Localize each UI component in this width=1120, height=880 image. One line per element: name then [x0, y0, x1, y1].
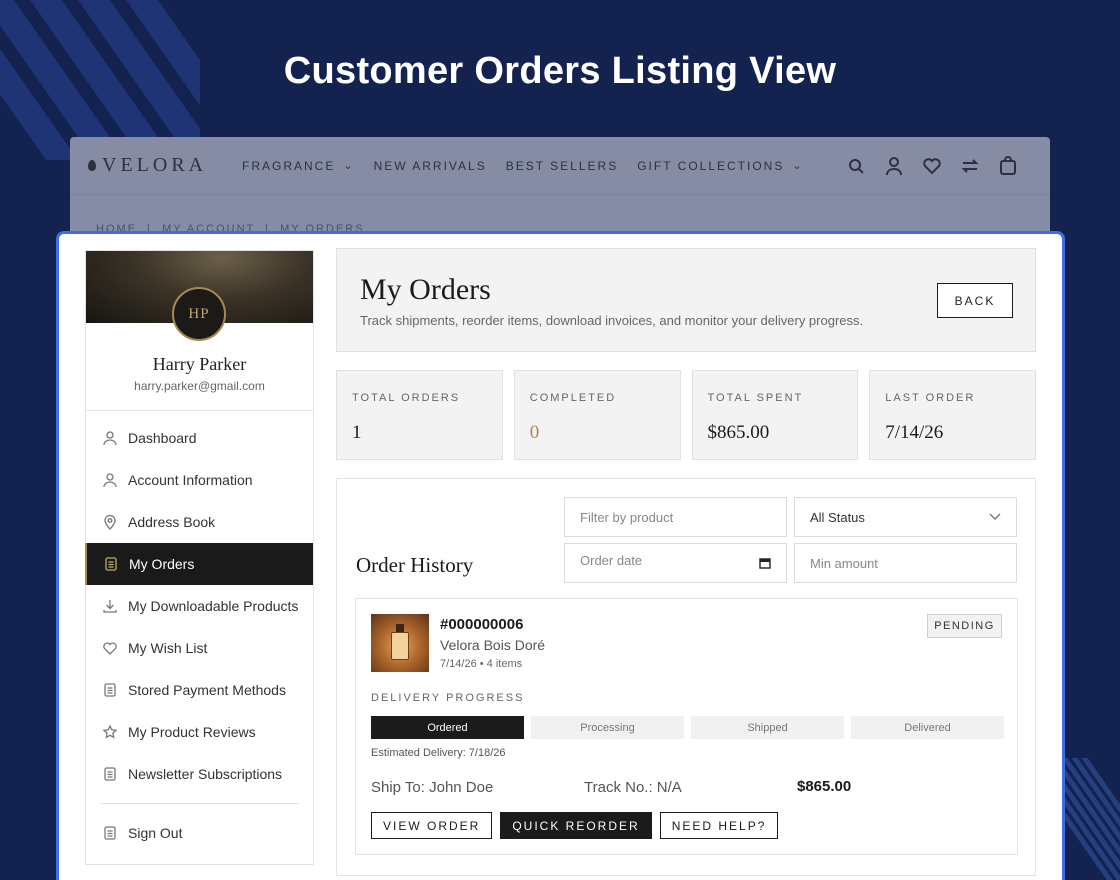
user-email: harry.parker@gmail.com — [134, 379, 265, 393]
order-date-input[interactable]: Order date — [564, 543, 787, 583]
page-title: My Orders — [360, 273, 491, 306]
user-name: Harry Parker — [152, 354, 247, 374]
account-sidebar: HP Harry Parker harry.parker@gmail.com D… — [85, 250, 314, 865]
stat-total-orders: TOTAL ORDERS 1 — [336, 370, 503, 460]
status-badge: PENDING — [927, 614, 1002, 638]
sidebar-item-product-reviews[interactable]: My Product Reviews — [86, 711, 313, 753]
stats-row: TOTAL ORDERS 1 COMPLETED 0 TOTAL SPENT $… — [336, 370, 1036, 460]
product-name: Velora Bois Doré — [440, 637, 546, 653]
stat-completed: COMPLETED 0 — [513, 370, 681, 460]
cart-icon[interactable] — [998, 155, 1018, 176]
download-icon — [103, 600, 117, 613]
orders-panel: HP Harry Parker harry.parker@gmail.com D… — [56, 231, 1065, 880]
sidebar-item-downloadable-products[interactable]: My Downloadable Products — [86, 585, 313, 627]
breadcrumb: HOME | MY ACCOUNT | MY ORDERS — [96, 223, 365, 235]
order-actions: VIEW ORDER QUICK REORDER NEED HELP? — [371, 812, 779, 839]
sidebar-item-newsletter[interactable]: Newsletter Subscriptions — [86, 753, 313, 795]
sidebar-item-payment-methods[interactable]: Stored Payment Methods — [86, 669, 313, 711]
orders-content: My Orders Track shipments, reorder items… — [336, 248, 1036, 876]
account-menu: Dashboard Account Information Address Bo… — [85, 411, 313, 795]
sidebar-item-account-information[interactable]: Account Information — [86, 459, 313, 501]
status-select[interactable]: All Status — [794, 497, 1017, 537]
document-icon — [104, 826, 116, 840]
order-number: #000000006 — [440, 616, 524, 633]
delivery-progress-label: DELIVERY PROGRESS — [371, 692, 525, 704]
velora-logo[interactable]: VELORA — [88, 154, 242, 177]
step-delivered: Delivered — [851, 716, 1004, 739]
calendar-icon[interactable] — [759, 557, 771, 569]
delivery-progress: Ordered Processing Shipped Delivered — [371, 716, 1004, 739]
sidebar-item-dashboard[interactable]: Dashboard — [86, 417, 313, 459]
order-card: #000000006 Velora Bois Doré 7/14/26 • 4 … — [355, 598, 1018, 855]
estimated-delivery: Estimated Delivery: 7/18/26 — [371, 747, 506, 759]
document-icon — [104, 767, 116, 781]
step-ordered: Ordered — [371, 716, 524, 739]
order-meta: 7/14/26 • 4 items — [440, 658, 523, 670]
tracking-number: Track No.: N/A — [584, 779, 682, 796]
filter-product-input[interactable]: Filter by product — [564, 497, 787, 537]
drop-icon — [88, 160, 96, 171]
sidebar-item-my-orders[interactable]: My Orders — [85, 543, 313, 585]
heart-icon[interactable] — [922, 156, 942, 176]
search-icon[interactable] — [846, 156, 866, 176]
location-icon — [104, 514, 116, 530]
slide-headline: Customer Orders Listing View — [283, 50, 837, 92]
sidebar-item-address-book[interactable]: Address Book — [86, 501, 313, 543]
nav-new-arrivals[interactable]: NEW ARRIVALS — [374, 159, 487, 173]
stat-total-spent: TOTAL SPENT $865.00 — [691, 370, 859, 460]
view-order-button[interactable]: VIEW ORDER — [371, 812, 493, 839]
sidebar-item-wish-list[interactable]: My Wish List — [86, 627, 313, 669]
user-icon — [103, 431, 117, 446]
nav-fragrance[interactable]: FRAGRANCE ⌄ — [242, 159, 355, 173]
user-icon[interactable] — [884, 156, 904, 176]
order-history: Order History Filter by product All Stat… — [336, 478, 1036, 876]
page-subtitle: Track shipments, reorder items, download… — [360, 313, 864, 328]
sidebar-item-sign-out[interactable]: Sign Out — [86, 812, 313, 854]
quick-reorder-button[interactable]: QUICK REORDER — [500, 812, 652, 839]
nav-gift-collections[interactable]: GIFT COLLECTIONS ⌄ — [637, 159, 803, 173]
nav-best-sellers[interactable]: BEST SELLERS — [506, 159, 619, 173]
chevron-down-icon: ⌄ — [792, 160, 804, 172]
need-help-button[interactable]: NEED HELP? — [659, 812, 779, 839]
compare-icon[interactable] — [960, 156, 980, 176]
stat-last-order: LAST ORDER 7/14/26 — [869, 370, 1036, 460]
order-total: $865.00 — [797, 778, 852, 795]
document-icon — [104, 683, 116, 697]
chevron-down-icon: ⌄ — [343, 160, 355, 172]
back-button[interactable]: BACK — [937, 283, 1013, 318]
step-shipped: Shipped — [691, 716, 844, 739]
document-icon — [105, 557, 117, 571]
profile-banner: HP — [86, 251, 313, 341]
header-icons — [846, 155, 1018, 176]
chevron-down-icon — [989, 513, 1001, 520]
step-processing: Processing — [531, 716, 684, 739]
min-amount-input[interactable]: Min amount — [794, 543, 1017, 583]
divider — [100, 803, 299, 804]
star-icon — [102, 724, 118, 739]
avatar: HP — [172, 287, 226, 341]
heart-icon — [103, 642, 117, 655]
signout-menu: Sign Out — [86, 812, 313, 854]
ship-to: Ship To: John Doe — [371, 779, 494, 796]
decor-stripes-bottom-right — [1060, 758, 1120, 880]
order-history-title: Order History — [356, 553, 474, 577]
main-nav: FRAGRANCE ⌄ NEW ARRIVALS BEST SELLERS GIF… — [242, 159, 804, 173]
product-thumbnail[interactable] — [371, 614, 429, 672]
user-icon — [103, 473, 117, 488]
page-header: My Orders Track shipments, reorder items… — [336, 248, 1036, 352]
